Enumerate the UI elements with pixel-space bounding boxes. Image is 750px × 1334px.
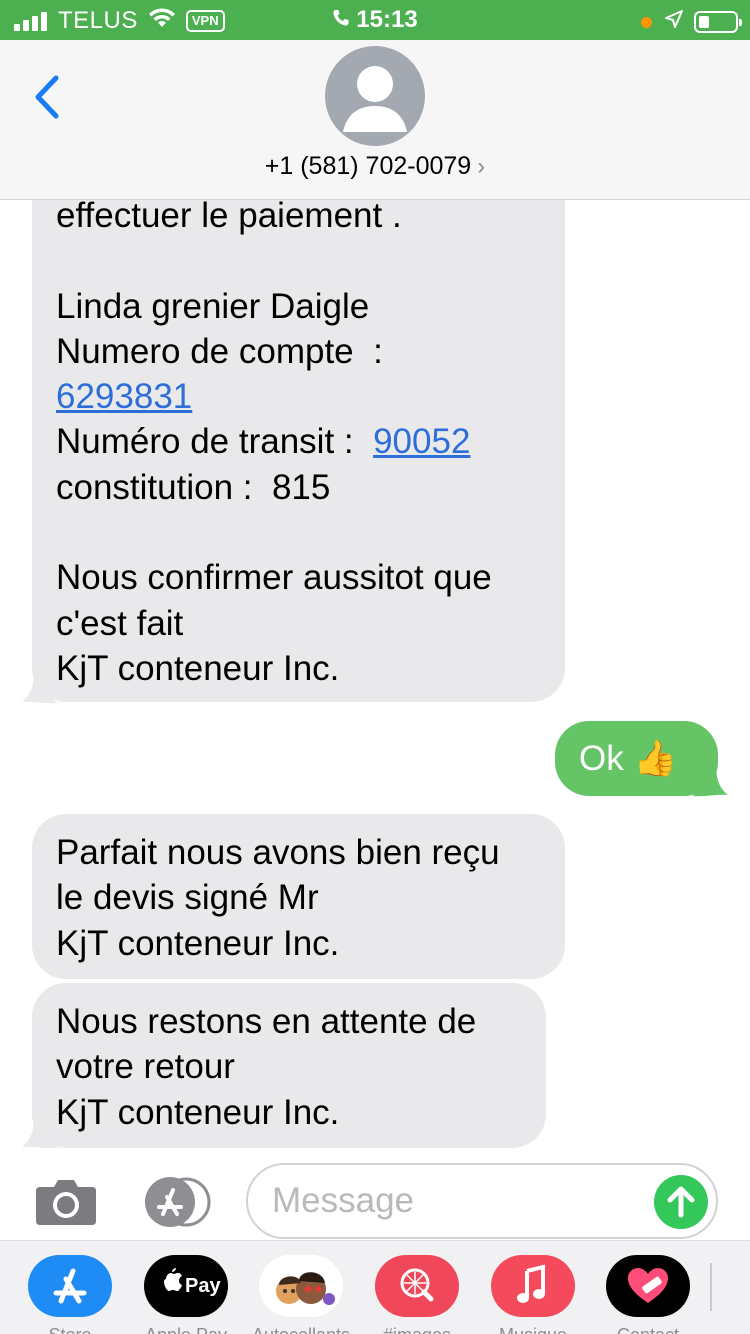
message-line: constitution : 815 (56, 467, 331, 507)
message-line: Linda grenier Daigle (56, 286, 370, 326)
app-label: Apple Pay (126, 1325, 246, 1334)
camera-button[interactable] (34, 1177, 98, 1227)
apple-pay-app[interactable]: Pay (144, 1255, 228, 1317)
status-right (641, 8, 742, 36)
message-line: KjT conteneur Inc. (56, 923, 340, 963)
message-line: Numero de compte : (56, 331, 383, 371)
music-app[interactable] (491, 1255, 575, 1317)
contact-heart-app[interactable] (606, 1255, 690, 1317)
message-line: c'est fait (56, 603, 184, 643)
battery-icon (694, 11, 742, 33)
message-line: votre retour (56, 1047, 235, 1087)
svg-text:Pay: Pay (185, 1275, 221, 1297)
arrow-up-icon (667, 1186, 695, 1218)
message-line: effectuer le paiement . (56, 200, 402, 235)
status-bar: TELUS VPN 15:13 (0, 0, 750, 40)
chevron-left-icon (35, 75, 59, 119)
message-line: Nous restons en attente de (56, 1002, 477, 1041)
received-message-bubble[interactable]: effectuer le paiement . Linda grenier Da… (32, 200, 565, 702)
contact-name[interactable]: +1 (581) 702-0079 › (0, 152, 750, 181)
message-line: Parfait nous avons bien reçu (56, 833, 500, 872)
app-label: Autocollants (241, 1325, 361, 1334)
memoji-stickers-app[interactable] (259, 1255, 343, 1317)
message-line: Nous confirmer aussitot que (56, 558, 492, 598)
contact-phone-number: +1 (581) 702-0079 (264, 152, 472, 180)
message-line: KjT conteneur Inc. (56, 1092, 340, 1132)
bubble-tail (22, 670, 58, 704)
chevron-right-icon: › (477, 153, 486, 180)
app-store-icon (145, 1177, 211, 1227)
heart-contact-icon (628, 1268, 668, 1303)
memoji-icon (276, 1272, 335, 1305)
app-label: Musique (473, 1325, 593, 1334)
message-line: KjT conteneur Inc. (56, 648, 340, 688)
send-button[interactable] (654, 1175, 708, 1229)
conversation-header: +1 (581) 702-0079 › (0, 40, 750, 200)
app-store-button[interactable] (140, 1177, 214, 1227)
camera-icon (36, 1180, 96, 1225)
message-line: le devis signé Mr (56, 878, 319, 918)
received-message-bubble[interactable]: Parfait nous avons bien reçu le devis si… (32, 814, 565, 979)
account-number-link[interactable]: 6293831 (56, 377, 192, 416)
images-search-app[interactable] (375, 1255, 459, 1317)
received-message-bubble[interactable]: Nous restons en attente de votre retour … (32, 983, 546, 1148)
phone-call-icon (332, 6, 350, 34)
app-label: #images (357, 1325, 477, 1334)
apple-pay-icon: Pay (164, 1268, 221, 1297)
message-line: Numéro de transit : (56, 422, 374, 462)
compose-bar (0, 1160, 750, 1240)
app-label: Store (10, 1325, 130, 1334)
back-button[interactable] (28, 72, 68, 122)
message-list[interactable]: effectuer le paiement . Linda grenier Da… (0, 200, 750, 1160)
location-arrow-icon (664, 8, 684, 36)
microphone-indicator-icon (641, 16, 652, 28)
time-label: 15:13 (356, 6, 418, 33)
app-label: Contact (588, 1325, 708, 1334)
app-store-app[interactable] (28, 1255, 112, 1317)
bubble-tail (22, 1115, 58, 1149)
drawer-divider (710, 1263, 712, 1311)
message-field[interactable] (246, 1163, 718, 1239)
app-store-icon (53, 1268, 87, 1304)
message-input[interactable] (272, 1179, 652, 1223)
message-line: Ok 👍 (579, 739, 678, 778)
images-search-icon (400, 1268, 434, 1302)
person-silhouette-icon (343, 66, 407, 132)
status-time: 15:13 (0, 6, 750, 34)
imessage-app-drawer: Pay Store Apple Pay Autocol (0, 1240, 750, 1334)
transit-number-link[interactable]: 90052 (373, 422, 470, 461)
music-icon (517, 1264, 545, 1303)
contact-avatar[interactable] (325, 46, 425, 146)
bubble-tail (692, 763, 728, 797)
